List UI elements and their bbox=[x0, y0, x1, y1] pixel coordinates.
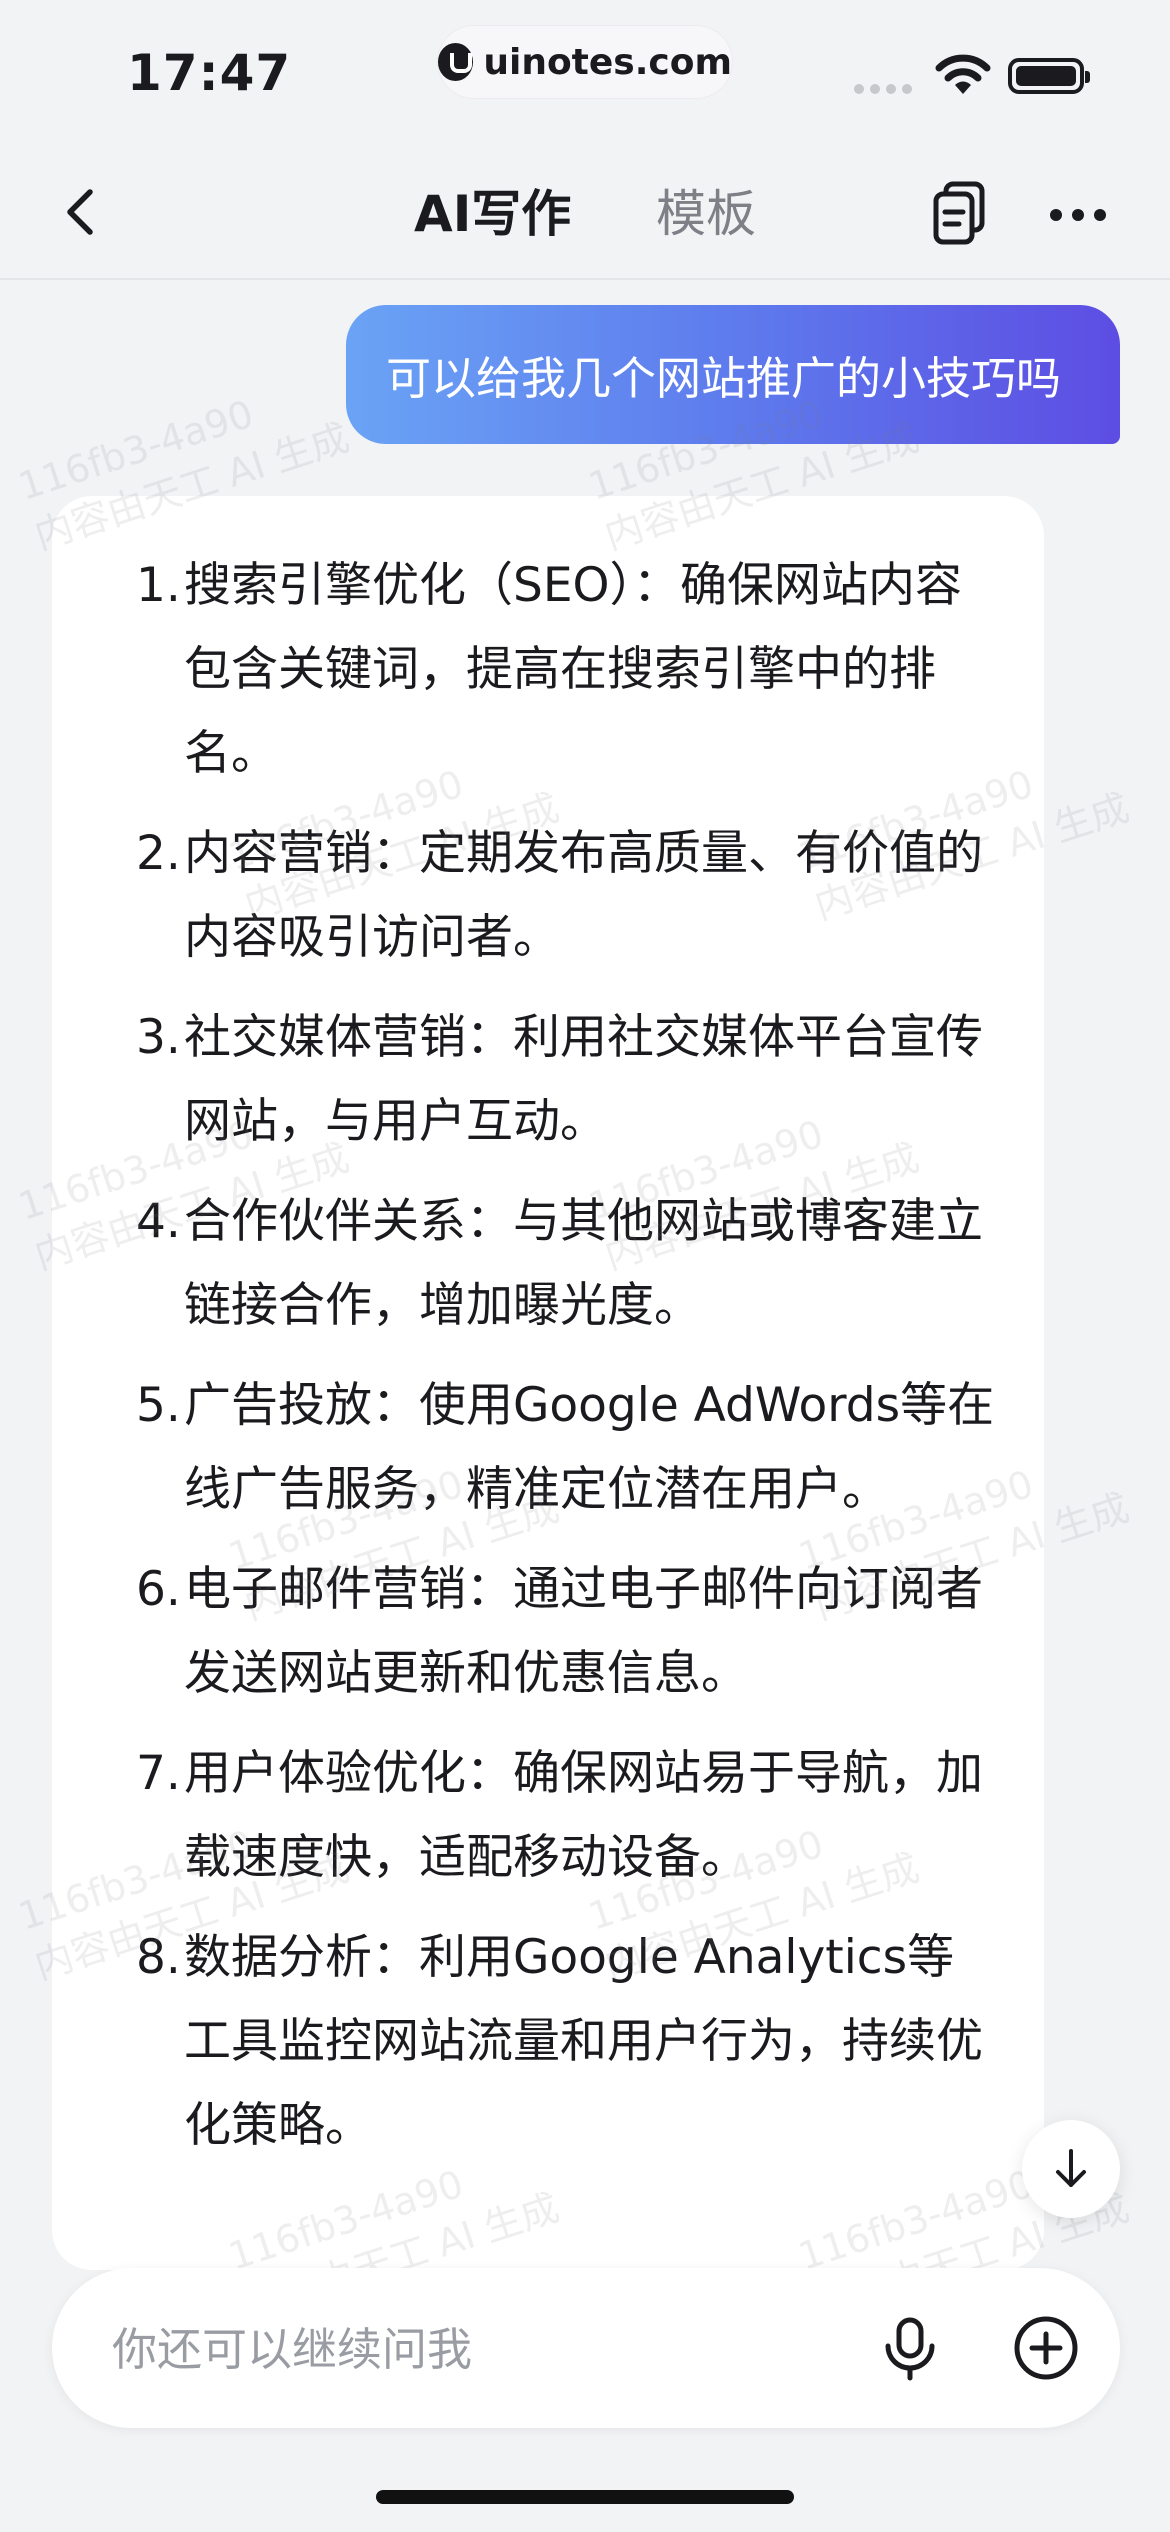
cellular-signal-icon bbox=[854, 84, 912, 94]
site-icon bbox=[438, 43, 474, 81]
arrow-down-icon bbox=[1056, 2149, 1086, 2187]
home-indicator[interactable] bbox=[376, 2490, 794, 2504]
list-item: 1. 搜索引擎优化（SEO）：确保网站内容包含关键词，提高在搜索引擎中的排名。 bbox=[136, 558, 963, 781]
add-icon[interactable] bbox=[1010, 2312, 1082, 2384]
list-item: 6. 电子邮件营销：通过电子邮件向订阅者发送网站更新和优惠信息。 bbox=[136, 1562, 983, 1701]
list-item: 3. 社交媒体营销：利用社交媒体平台宣传网站，与用户互动。 bbox=[136, 1010, 983, 1149]
list-item: 2. 内容营销：定期发布高质量、有价值的内容吸引访问者。 bbox=[136, 826, 983, 965]
list-item: 7. 用户体验优化：确保网站易于导航，加载速度快，适配移动设备。 bbox=[136, 1746, 983, 1885]
more-icon[interactable] bbox=[1050, 190, 1120, 240]
microphone-icon[interactable] bbox=[874, 2312, 946, 2384]
ai-reply-card: 1. 搜索引擎优化（SEO）：确保网站内容包含关键词，提高在搜索引擎中的排名。 2… bbox=[52, 496, 1044, 2270]
message-input-bar bbox=[52, 2268, 1120, 2428]
ai-reply-list: 1. 搜索引擎优化（SEO）：确保网站内容包含关键词，提高在搜索引擎中的排名。 2… bbox=[136, 544, 996, 2184]
url-pill[interactable]: uinotes.com bbox=[438, 26, 732, 98]
list-item: 8. 数据分析：利用Google Analytics等工具监控网站流量和用户行为，… bbox=[136, 1930, 983, 2153]
nav-bar: AI写作 模板 bbox=[0, 150, 1170, 280]
message-input[interactable] bbox=[110, 2308, 874, 2390]
tab-ai-writing[interactable]: AI写作 bbox=[414, 174, 571, 246]
url-text: uinotes.com bbox=[483, 41, 732, 83]
status-time: 17:47 bbox=[127, 44, 292, 102]
status-bar: 17:47 uinotes.com bbox=[0, 0, 1170, 150]
back-icon[interactable] bbox=[52, 182, 112, 242]
document-icon[interactable] bbox=[926, 178, 996, 248]
battery-icon bbox=[1008, 58, 1090, 94]
list-item: 4. 合作伙伴关系：与其他网站或博客建立链接合作，增加曝光度。 bbox=[136, 1194, 983, 1333]
list-item: 5. 广告投放：使用Google AdWords等在线广告服务，精准定位潜在用户。 bbox=[136, 1378, 995, 1517]
user-message-bubble: 可以给我几个网站推广的小技巧吗 bbox=[346, 305, 1120, 444]
wifi-icon bbox=[935, 54, 991, 94]
tab-templates[interactable]: 模板 bbox=[656, 174, 756, 246]
scroll-to-bottom-button[interactable] bbox=[1022, 2120, 1120, 2218]
